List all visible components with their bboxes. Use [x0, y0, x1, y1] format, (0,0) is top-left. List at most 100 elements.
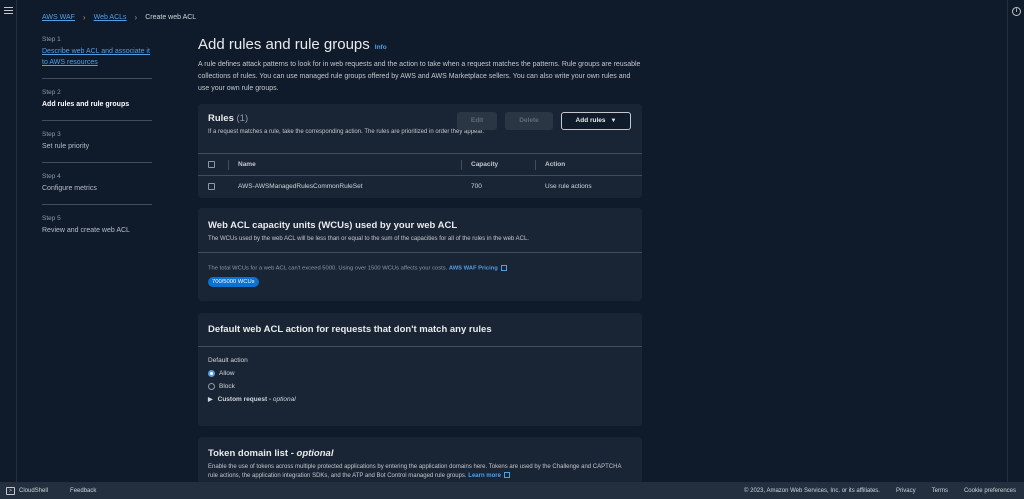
select-all-checkbox[interactable]: [208, 161, 215, 168]
rule-action: Use rule actions: [535, 176, 642, 198]
page-header: Add rules and rule groups Info A rule de…: [198, 36, 642, 95]
default-action-title: Default web ACL action for requests that…: [208, 324, 632, 335]
custom-request-label: Custom request: [218, 396, 267, 403]
table-header-row: Name Capacity Action: [198, 154, 642, 176]
step-label: Set rule priority: [42, 141, 152, 152]
rules-count: (1): [237, 113, 249, 124]
breadcrumb: AWS WAF › Web ACLs › Create web ACL: [42, 13, 196, 22]
caret-right-icon: ▶: [208, 396, 213, 403]
step-number: Step 5: [42, 215, 152, 222]
feedback-link[interactable]: Feedback: [70, 488, 96, 494]
rules-table: Name Capacity Action AWS-AWSManagedRules…: [198, 153, 642, 198]
breadcrumb-aws-waf[interactable]: AWS WAF: [42, 14, 75, 21]
step-label: Review and create web ACL: [42, 225, 152, 236]
step-label-current: Add rules and rule groups: [42, 99, 152, 110]
rule-name: AWS-AWSManagedRulesCommonRuleSet: [228, 176, 461, 198]
cloudshell-link[interactable]: CloudShell: [19, 488, 48, 494]
rules-panel: Rules (1) If a request matches a rule, t…: [198, 104, 642, 198]
table-row[interactable]: AWS-AWSManagedRulesCommonRuleSet 700 Use…: [198, 176, 642, 198]
step-number: Step 4: [42, 173, 152, 180]
waf-pricing-link[interactable]: AWS WAF Pricing: [449, 266, 498, 272]
external-link-icon: [501, 265, 507, 271]
hamburger-menu-icon[interactable]: [4, 7, 13, 14]
breadcrumb-current: Create web ACL: [145, 14, 196, 21]
step-number: Step 2: [42, 89, 152, 96]
default-action-header: Default web ACL action for requests that…: [198, 313, 642, 346]
step-number: Step 1: [42, 36, 152, 43]
rules-actions: Edit Delete Add rules ▼: [457, 112, 631, 130]
wcu-title: Web ACL capacity units (WCUs) used by yo…: [208, 220, 632, 231]
footer-bar: > CloudShell Feedback © 2023, Amazon Web…: [0, 482, 1024, 499]
footer-links: © 2023, Amazon Web Services, Inc. or its…: [744, 488, 1016, 494]
radio-block-label: Block: [219, 383, 235, 390]
privacy-link[interactable]: Privacy: [896, 488, 916, 494]
breadcrumb-web-acls[interactable]: Web ACLs: [94, 14, 127, 21]
radio-button-selected[interactable]: [208, 370, 215, 377]
radio-allow[interactable]: Allow: [208, 370, 632, 377]
default-action-label: Default action: [208, 357, 632, 364]
external-link-icon: [504, 472, 510, 478]
column-name-label: Name: [238, 161, 256, 168]
token-title-text: Token domain list: [208, 448, 288, 459]
column-name[interactable]: Name: [228, 154, 461, 176]
navigation-rail: [0, 0, 17, 482]
caret-down-icon: ▼: [611, 118, 617, 124]
token-title: Token domain list - optional: [208, 448, 632, 459]
select-all-cell: [198, 154, 228, 176]
wcu-header: Web ACL capacity units (WCUs) used by yo…: [198, 208, 642, 252]
wcu-note: The total WCUs for a web ACL can't excee…: [208, 265, 632, 272]
token-domain-panel: Token domain list - optional Enable the …: [198, 437, 642, 487]
wizard-step-4: Step 4 Configure metrics: [42, 171, 152, 205]
wizard-step-5: Step 5 Review and create web ACL: [42, 213, 152, 246]
row-checkbox[interactable]: [208, 183, 215, 190]
page-description: A rule defines attack patterns to look f…: [198, 59, 642, 95]
rule-capacity: 700: [461, 176, 535, 198]
edit-button[interactable]: Edit: [457, 112, 497, 130]
token-description-text: Enable the use of tokens across multiple…: [208, 464, 621, 479]
wcu-panel: Web ACL capacity units (WCUs) used by yo…: [198, 208, 642, 301]
radio-block[interactable]: Block: [208, 383, 632, 390]
token-description: Enable the use of tokens across multiple…: [208, 463, 632, 481]
row-select-cell: [198, 176, 228, 198]
wizard-step-3: Step 3 Set rule priority: [42, 129, 152, 163]
wizard-steps: Step 1 Describe web ACL and associate it…: [42, 34, 152, 254]
column-capacity-label: Capacity: [471, 161, 498, 168]
wcu-body: The total WCUs for a web ACL can't excee…: [198, 252, 642, 299]
chevron-right-icon: ›: [83, 13, 86, 22]
copyright-text: © 2023, Amazon Web Services, Inc. or its…: [744, 488, 880, 494]
wizard-step-1: Step 1 Describe web ACL and associate it…: [42, 34, 152, 79]
page-title-text: Add rules and rule groups: [198, 36, 370, 53]
info-panel-icon[interactable]: i: [1012, 7, 1021, 16]
column-divider: [461, 160, 462, 170]
column-action[interactable]: Action: [535, 154, 642, 176]
add-rules-label: Add rules: [576, 117, 606, 124]
terms-link[interactable]: Terms: [932, 488, 948, 494]
step-label: Configure metrics: [42, 183, 152, 194]
column-action-label: Action: [545, 161, 565, 168]
custom-request-expander[interactable]: ▶ Custom request - optional: [208, 396, 632, 403]
column-divider: [535, 160, 536, 170]
default-action-panel: Default web ACL action for requests that…: [198, 313, 642, 426]
page-title: Add rules and rule groups Info: [198, 36, 642, 53]
learn-more-link[interactable]: Learn more: [468, 473, 501, 479]
rules-title-text: Rules: [208, 113, 234, 124]
wcu-note-text: The total WCUs for a web ACL can't excee…: [208, 266, 447, 272]
column-divider: [228, 160, 229, 170]
chevron-right-icon: ›: [135, 13, 138, 22]
radio-button[interactable]: [208, 383, 215, 390]
cookie-preferences-link[interactable]: Cookie preferences: [964, 488, 1016, 494]
wcu-description: The WCUs used by the web ACL will be les…: [208, 235, 632, 244]
terminal-icon: >: [6, 487, 15, 495]
wizard-step-2: Step 2 Add rules and rule groups: [42, 87, 152, 121]
column-capacity[interactable]: Capacity: [461, 154, 535, 176]
step-link-describe[interactable]: Describe web ACL and associate it to AWS…: [42, 46, 152, 68]
token-optional: optional: [297, 448, 334, 459]
add-rules-button[interactable]: Add rules ▼: [561, 112, 631, 130]
app-window: i AWS WAF › Web ACLs › Create web ACL St…: [0, 0, 1024, 499]
step-number: Step 3: [42, 131, 152, 138]
default-action-body: Default action Allow Block ▶ Custom requ…: [198, 346, 642, 413]
wcu-usage-badge: 700/5000 WCUs: [208, 277, 259, 287]
info-link[interactable]: Info: [375, 44, 387, 51]
delete-button[interactable]: Delete: [505, 112, 553, 130]
radio-allow-label: Allow: [219, 370, 235, 377]
